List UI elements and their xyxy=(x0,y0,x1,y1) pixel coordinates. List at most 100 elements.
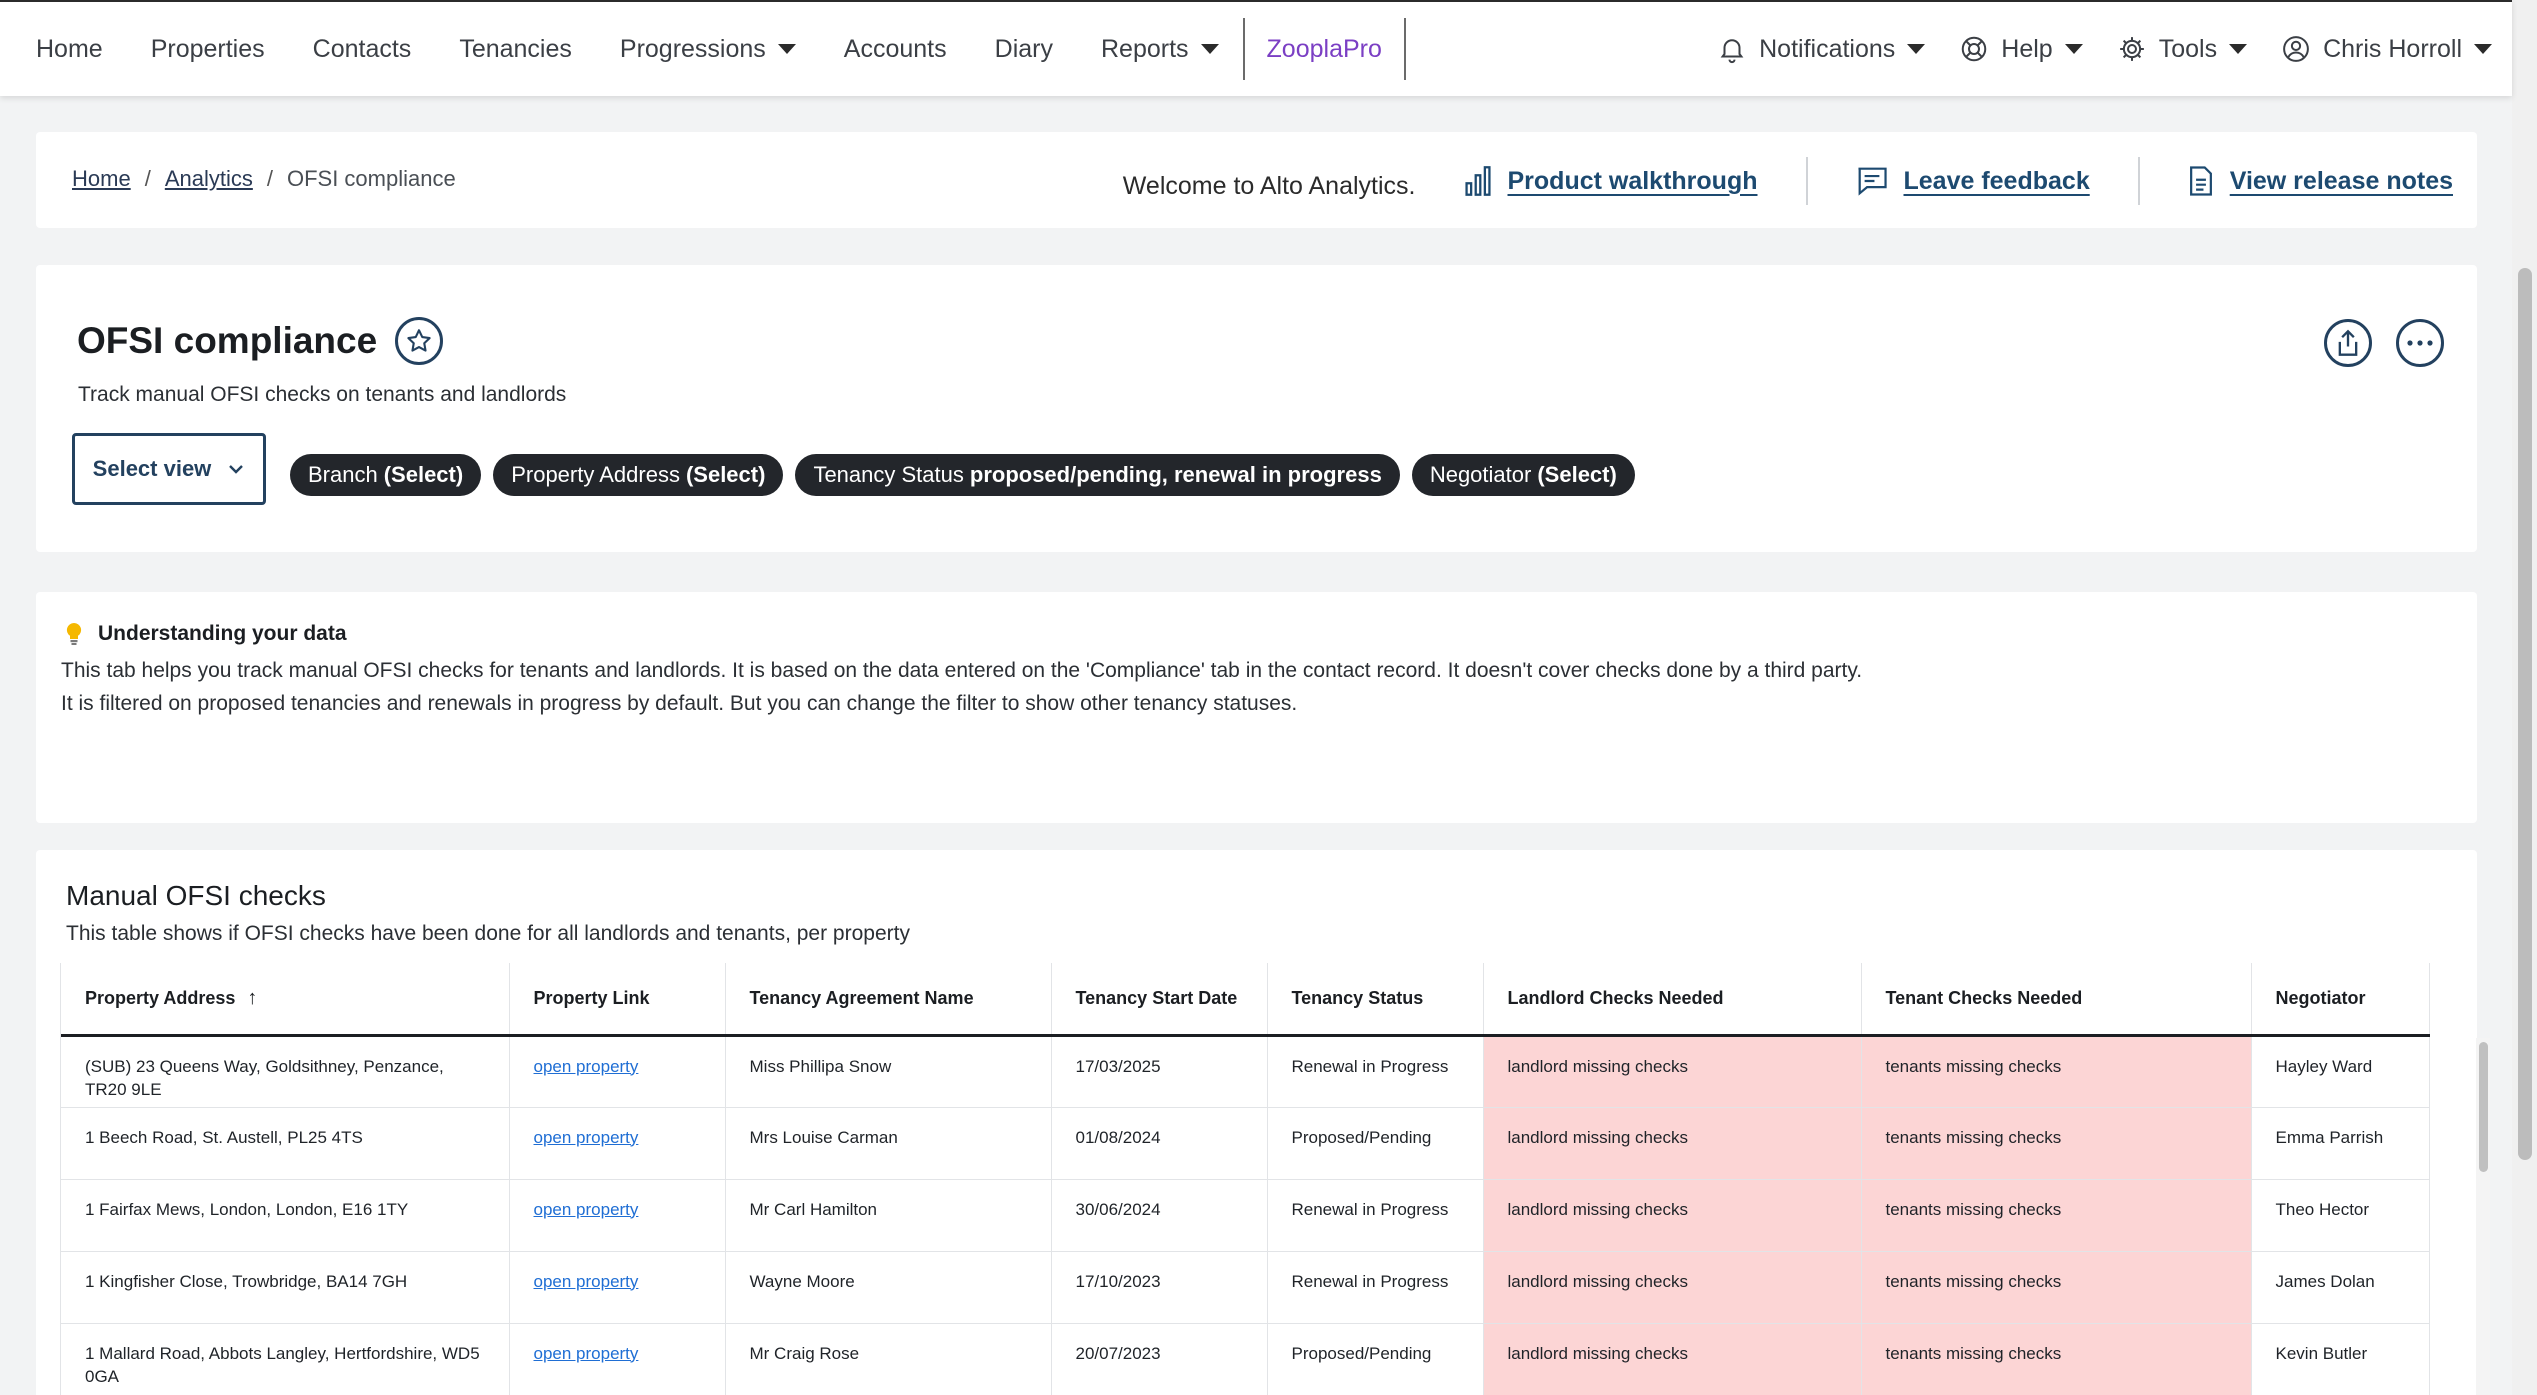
chip-value: (Select) xyxy=(685,462,766,487)
table-title: Manual OFSI checks xyxy=(66,880,326,911)
gear-icon xyxy=(2119,37,2144,61)
cell-tenant-checks-needed: tenants missing checks xyxy=(1861,1323,2252,1395)
table-row: 1 Fairfax Mews, London, London, E16 1TY … xyxy=(61,1179,2430,1252)
cell-landlord-checks-needed: landlord missing checks xyxy=(1483,1251,1862,1324)
chip-name: Property Address xyxy=(511,462,680,487)
filter-chip-branch[interactable]: Branch (Select) xyxy=(290,454,482,496)
info-title: Understanding your data xyxy=(64,622,347,646)
nav-notifications[interactable]: Notifications xyxy=(1717,34,1926,64)
column-header-negotiator[interactable]: Negotiator xyxy=(2251,963,2430,1037)
filter-chip-property-address[interactable]: Property Address (Select) xyxy=(493,454,784,496)
table-scrollbar-thumb[interactable] xyxy=(2479,1042,2488,1172)
nav-reports-label: Reports xyxy=(1100,34,1189,63)
open-property-link[interactable]: open property xyxy=(534,1057,639,1076)
nav-home[interactable]: Home xyxy=(36,35,103,64)
cell-negotiator: James Dolan xyxy=(2251,1251,2430,1324)
cell-tenancy-status: Proposed/Pending xyxy=(1267,1323,1484,1395)
page-scrollbar-thumb[interactable] xyxy=(2518,268,2532,1160)
cell-tenancy-status: Renewal in Progress xyxy=(1267,1251,1484,1324)
open-property-link[interactable]: open property xyxy=(534,1128,639,1147)
open-property-link[interactable]: open property xyxy=(534,1272,639,1291)
chip-value: (Select) xyxy=(1537,462,1617,487)
nav-zooplapro[interactable]: ZooplaPro xyxy=(1242,18,1406,80)
cell-tenancy-agreement-name: Miss Phillipa Snow xyxy=(725,1035,1052,1108)
cell-property-address: 1 Beech Road, St. Austell, PL25 4TS xyxy=(61,1107,510,1180)
favourite-button[interactable] xyxy=(395,317,444,365)
nav-properties-label: Properties xyxy=(150,34,265,63)
chip-name: Tenancy Status xyxy=(813,462,964,487)
nav-help-label: Help xyxy=(2001,34,2053,63)
nav-accounts-label: Accounts xyxy=(843,34,947,63)
open-property-link[interactable]: open property xyxy=(534,1200,639,1219)
table-row: 1 Beech Road, St. Austell, PL25 4TS open… xyxy=(61,1107,2430,1180)
ofsi-table-container: Property Address ↑ Property Link Tenancy … xyxy=(60,963,2452,1395)
chevron-down-icon xyxy=(229,465,244,474)
info-text: This tab helps you track manual OFSI che… xyxy=(61,654,1862,720)
filter-chip-negotiator[interactable]: Negotiator (Select) xyxy=(1411,454,1635,496)
breadcrumb-bar: Home / Analytics / OFSI compliance Welco… xyxy=(36,132,2477,228)
nav-help[interactable]: Help xyxy=(1959,34,2083,64)
report-header: OFSI compliance Track manual OFSI checks… xyxy=(36,265,2477,552)
nav-contacts[interactable]: Contacts xyxy=(313,35,412,64)
cell-landlord-checks-needed: landlord missing checks xyxy=(1483,1035,1862,1108)
nav-properties[interactable]: Properties xyxy=(151,35,265,64)
nav-home-label: Home xyxy=(36,34,103,63)
nav-progressions[interactable]: Progressions xyxy=(620,35,796,64)
cell-tenancy-start-date: 20/07/2023 xyxy=(1051,1323,1268,1395)
cell-landlord-checks-needed: landlord missing checks xyxy=(1483,1107,1862,1180)
nav-diary[interactable]: Diary xyxy=(995,35,1053,64)
more-horizontal-icon xyxy=(2407,340,2433,346)
chip-name: Negotiator xyxy=(1429,462,1532,487)
nav-diary-label: Diary xyxy=(994,34,1053,63)
nav-progressions-label: Progressions xyxy=(619,34,766,63)
nav-reports[interactable]: Reports xyxy=(1101,35,1219,64)
column-header-landlord-checks-needed[interactable]: Landlord Checks Needed xyxy=(1483,963,1862,1037)
cell-property-link: open property xyxy=(509,1107,726,1180)
cell-property-address: (SUB) 23 Queens Way, Goldsithney, Penzan… xyxy=(61,1035,510,1108)
message-icon xyxy=(1857,167,1887,196)
share-button[interactable] xyxy=(2324,319,2372,367)
more-options-button[interactable] xyxy=(2396,319,2444,367)
nav-tools[interactable]: Tools xyxy=(2117,34,2248,64)
nav-tools-label: Tools xyxy=(2158,34,2218,63)
nav-tenancies[interactable]: Tenancies xyxy=(459,35,572,64)
cell-negotiator: Theo Hector xyxy=(2251,1179,2430,1252)
column-header-tenancy-start-date[interactable]: Tenancy Start Date xyxy=(1051,963,1268,1037)
breadcrumb-analytics[interactable]: Analytics xyxy=(165,166,253,192)
main-nav: Home Properties Contacts Tenancies Progr… xyxy=(0,2,1406,96)
caret-down-icon xyxy=(2064,44,2083,54)
column-header-property-address[interactable]: Property Address ↑ xyxy=(61,963,510,1037)
cell-negotiator: Emma Parrish xyxy=(2251,1107,2430,1180)
open-property-link[interactable]: open property xyxy=(534,1344,639,1363)
table-header-row: Property Address ↑ Property Link Tenancy … xyxy=(61,963,2430,1037)
document-icon xyxy=(2189,166,2212,196)
column-header-tenant-checks-needed[interactable]: Tenant Checks Needed xyxy=(1861,963,2252,1037)
nav-user-menu[interactable]: Chris Horroll xyxy=(2281,34,2492,64)
bell-icon xyxy=(1720,39,1744,64)
divider xyxy=(1805,157,1808,205)
cell-tenancy-status: Renewal in Progress xyxy=(1267,1179,1484,1252)
nav-contacts-label: Contacts xyxy=(312,34,412,63)
cell-tenancy-status: Renewal in Progress xyxy=(1267,1035,1484,1108)
cell-tenancy-start-date: 30/06/2024 xyxy=(1051,1179,1268,1252)
column-header-tenancy-agreement-name[interactable]: Tenancy Agreement Name xyxy=(725,963,1052,1037)
breadcrumb-current: OFSI compliance xyxy=(286,166,456,191)
caret-down-icon xyxy=(2474,44,2492,54)
breadcrumb: Home / Analytics / OFSI compliance xyxy=(72,166,456,192)
view-release-notes-label: View release notes xyxy=(2229,166,2453,195)
column-header-tenancy-status[interactable]: Tenancy Status xyxy=(1267,963,1484,1037)
product-walkthrough-link[interactable]: Product walkthrough xyxy=(1464,165,1758,197)
leave-feedback-link[interactable]: Leave feedback xyxy=(1856,166,2090,196)
cell-landlord-checks-needed: landlord missing checks xyxy=(1483,1179,1862,1252)
nav-accounts[interactable]: Accounts xyxy=(844,35,947,64)
utility-nav: Notifications Help Tools Chris Horroll xyxy=(1683,2,2512,96)
table-row: 1 Mallard Road, Abbots Langley, Hertford… xyxy=(61,1323,2430,1395)
caret-down-icon xyxy=(1200,44,1219,54)
breadcrumb-home[interactable]: Home xyxy=(72,166,131,192)
select-view-dropdown[interactable]: Select view xyxy=(72,433,266,505)
caret-down-icon xyxy=(777,44,796,54)
filter-chip-tenancy-status[interactable]: Tenancy Status proposed/pending, renewal … xyxy=(795,454,1400,496)
view-release-notes-link[interactable]: View release notes xyxy=(2188,165,2453,197)
cell-tenancy-agreement-name: Mrs Louise Carman xyxy=(725,1107,1052,1180)
column-header-property-link[interactable]: Property Link xyxy=(509,963,726,1037)
